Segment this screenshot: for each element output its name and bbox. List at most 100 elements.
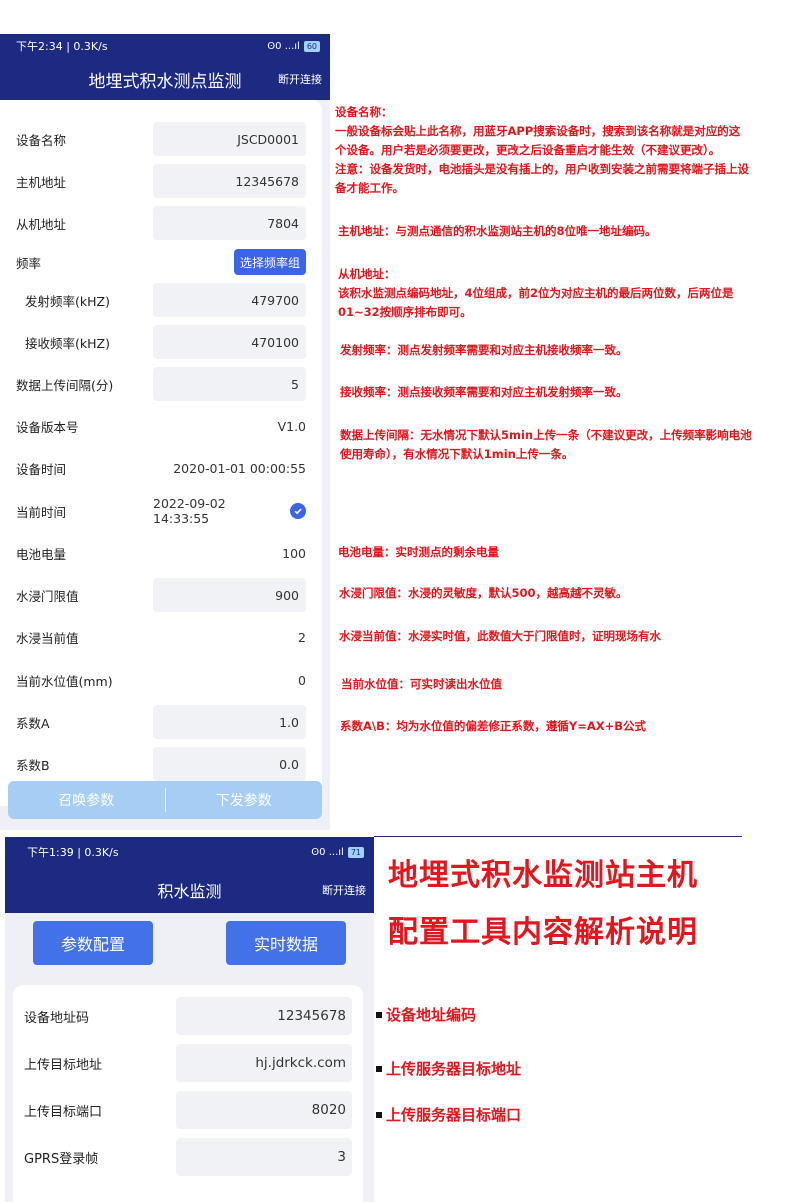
slave-address-label: 从机地址 [16,216,67,232]
divider [164,788,166,812]
action-bar: 召唤参数 下发参数 [8,781,322,819]
bullet-icon [376,1065,382,1072]
device-time-value: 2020-01-01 00:00:55 [173,460,306,476]
upload-port-field[interactable]: 8020 [176,1091,352,1129]
note-coefficients: 系数A\B：均为水位值的偏差修正系数，遵循Y=AX+B公式 [340,719,646,733]
row-device-name: 设备名称 JSCD0001 [16,122,306,156]
device-time-label: 设备时间 [16,461,67,477]
signal-icon: ʘ0 ...ıl [311,846,344,858]
app-bar: 地埋式积水测点监测 断开连接 [0,58,330,100]
note-host-address: 主机地址：与测点通信的积水监测站主机的8位唯一地址编码。 [338,224,657,238]
note-line: 该积水监测点编码地址，4位组成，前2位为对应主机的最后两位数，后两位是 [338,286,734,300]
rx-frequency-field[interactable]: 470100 [153,325,306,359]
host-address-label: 主机地址 [16,174,67,190]
headline-line-2: 配置工具内容解析说明 [388,915,698,950]
host-address-field[interactable]: 12345678 [153,164,306,198]
water-level-value: 0 [298,672,306,688]
row-tx-frequency: 发射频率(kHZ) 479700 [16,283,306,317]
row-device-address-code: 设备地址码 12345678 [24,997,352,1035]
upload-host-field[interactable]: hj.jdrkck.com [176,1044,352,1082]
note-line: 设备名称： [335,105,393,119]
bullet-item: 上传服务器目标端口 [376,1104,521,1125]
battery-icon: 60 [303,40,320,52]
water-level-label: 当前水位值(mm) [16,673,113,689]
row-flood-value: 水浸当前值 2 [16,620,306,654]
note-line: 个设备。用户若是必须要更改，更改之后设备重启才能生效（不建议更改）。 [335,143,721,157]
tab-realtime-data[interactable]: 实时数据 [226,921,346,965]
row-battery: 电池电量 100 [16,536,306,570]
send-params-button[interactable]: 下发参数 [166,790,323,810]
note-line: 数据上传间隔：无水情况下默认5min上传一条（不建议更改，上传频率影响电池 [340,428,752,442]
note-threshold: 水浸门限值：水浸的灵敏度，默认500，越高越不灵敏。 [339,586,628,600]
upload-interval-label: 数据上传间隔(分) [16,377,114,393]
row-threshold: 水浸门限值 900 [16,578,306,612]
bullet-icon [376,1011,382,1018]
flood-value-label: 水浸当前值 [16,630,79,646]
signal-icon: ʘ0 ...ıl [267,40,300,52]
note-rx-frequency: 接收频率：测点接收频率需要和对应主机发射频率一致。 [340,385,628,399]
headline-line-1: 地埋式积水监测站主机 [388,858,698,893]
parameter-card: 设备名称 JSCD0001 主机地址 12345678 从机地址 7804 频率… [0,100,322,806]
gprs-login-label: GPRS登录帧 [24,1151,99,1167]
threshold-field[interactable]: 900 [153,578,306,612]
row-host-address: 主机地址 12345678 [16,164,306,198]
bullet-text: 设备地址编码 [386,1006,477,1024]
slave-address-field[interactable]: 7804 [153,206,306,240]
status-time: 下午1:39 | 0.3K/s [27,846,119,859]
row-frequency: 频率 选择频率组 [16,245,306,279]
phone-screenshot-1: 下午2:34 | 0.3K/s ʘ0 ...ıl 60 地埋式积水测点监测 断开… [0,34,330,830]
config-card: 设备地址码 12345678 上传目标地址 hj.jdrkck.com 上传目标… [13,985,363,1202]
upload-host-label: 上传目标地址 [24,1057,103,1073]
note-line: 备才能工作。 [335,181,404,195]
device-name-field[interactable]: JSCD0001 [153,122,306,156]
tx-frequency-field[interactable]: 479700 [153,283,306,317]
row-gprs-login: GPRS登录帧 3 [24,1138,352,1176]
current-time-label: 当前时间 [16,504,67,520]
bullet-item: 上传服务器目标地址 [376,1058,521,1079]
frequency-label: 频率 [16,255,42,271]
device-address-field[interactable]: 12345678 [176,997,352,1035]
upload-port-label: 上传目标端口 [24,1104,103,1120]
row-slave-address: 从机地址 7804 [16,206,306,240]
phone-screenshot-2: 下午1:39 | 0.3K/s ʘ0 ...ıl 71 积水监测 断开连接 参数… [5,837,374,1202]
app-bar: 积水监测 断开连接 [5,867,374,913]
row-upload-port: 上传目标端口 8020 [24,1091,352,1129]
row-upload-host: 上传目标地址 hj.jdrkck.com [24,1044,352,1082]
disconnect-button[interactable]: 断开连接 [278,71,322,87]
battery-value: 100 [282,545,306,561]
gprs-login-field[interactable]: 3 [176,1138,352,1176]
bullet-item: 设备地址编码 [376,1004,476,1025]
note-line: 01~32按顺序排布即可。 [338,305,472,319]
bullet-icon [376,1111,382,1118]
row-rx-frequency: 接收频率(kHZ) 470100 [16,325,306,359]
select-frequency-group-button[interactable]: 选择频率组 [233,249,306,275]
battery-label: 电池电量 [16,546,67,562]
tab-param-config[interactable]: 参数配置 [33,921,153,965]
note-device-name: 设备名称： 一般设备标会贴上此名称，用蓝牙APP搜索设备时，搜索到该名称就是对应… [335,103,749,198]
coef-a-field[interactable]: 1.0 [153,705,306,739]
note-tx-frequency: 发射频率：测点发射频率需要和对应主机接收频率一致。 [340,343,628,357]
coef-a-label: 系数A [16,715,50,731]
coef-b-field[interactable]: 0.0 [153,747,306,781]
divider-line [374,836,742,837]
bullet-text: 上传服务器目标端口 [386,1106,522,1124]
disconnect-button[interactable]: 断开连接 [322,882,366,898]
row-water-level: 当前水位值(mm) 0 [16,663,306,697]
row-coef-b: 系数B 0.0 [16,747,306,781]
upload-interval-field[interactable]: 5 [153,367,306,401]
recall-params-button[interactable]: 召唤参数 [8,790,165,810]
battery-icon: 71 [347,846,364,858]
flood-value: 2 [298,629,306,645]
page-title: 地埋式积水测点监测 [88,71,242,92]
clock-icon[interactable] [290,503,306,519]
status-time: 下午2:34 | 0.3K/s [16,40,108,53]
device-name-label: 设备名称 [16,132,67,148]
note-upload-interval: 数据上传间隔：无水情况下默认5min上传一条（不建议更改，上传频率影响电池 使用… [340,426,752,464]
note-line: 从机地址： [338,267,396,281]
status-bar: 下午1:39 | 0.3K/s ʘ0 ...ıl 71 [5,837,374,867]
current-time-value: 2022-09-02 14:33:55 [153,494,306,528]
row-coef-a: 系数A 1.0 [16,705,306,739]
version-value: V1.0 [277,418,306,434]
tx-frequency-label: 发射频率(kHZ) [25,293,110,309]
row-upload-interval: 数据上传间隔(分) 5 [16,367,306,401]
